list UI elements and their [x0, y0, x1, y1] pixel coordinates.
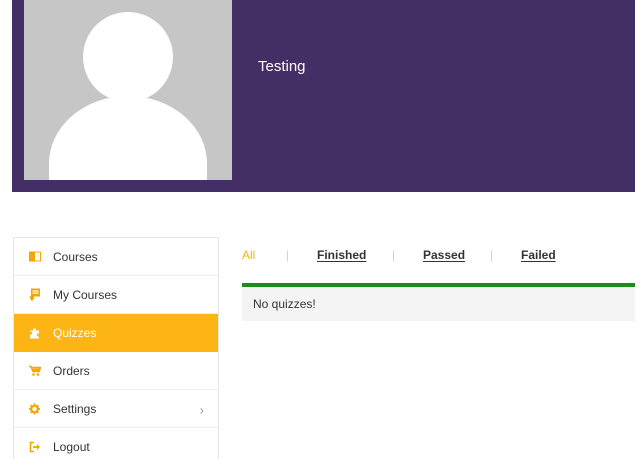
quiz-filter-tabs: All | Finished | Passed | Failed — [242, 246, 635, 266]
sidebar-item-my-courses[interactable]: My Courses — [14, 276, 218, 314]
tab-all[interactable]: All — [242, 248, 255, 262]
tab-divider: | — [490, 248, 494, 262]
sidebar-item-logout[interactable]: Logout — [14, 428, 218, 459]
certificate-icon — [28, 288, 41, 301]
avatar-head-shape — [83, 12, 173, 102]
avatar — [24, 0, 232, 180]
profile-header: Testing — [12, 0, 635, 192]
puzzle-piece-icon — [28, 326, 41, 339]
book-open-icon — [28, 250, 41, 263]
gear-icon — [28, 402, 41, 415]
sidebar-item-label: Logout — [53, 439, 90, 454]
chevron-right-icon: › — [199, 401, 204, 417]
sign-out-icon — [28, 440, 41, 453]
tab-divider: | — [392, 248, 396, 262]
sidebar-item-label: My Courses — [53, 287, 118, 302]
shopping-cart-icon — [28, 364, 41, 377]
sidebar-item-orders[interactable]: Orders — [14, 352, 218, 390]
tab-divider: | — [286, 248, 290, 262]
sidebar-item-label: Quizzes — [53, 325, 97, 340]
sidebar-item-courses[interactable]: Courses — [14, 238, 218, 276]
sidebar-item-quizzes[interactable]: Quizzes — [14, 314, 218, 352]
sidebar-item-label: Courses — [53, 249, 98, 264]
avatar-body-shape — [49, 96, 207, 180]
profile-sidebar: Courses My Courses Quizzes Orders Settin… — [13, 237, 219, 459]
tab-passed[interactable]: Passed — [423, 248, 465, 262]
profile-name: Testing — [258, 58, 306, 75]
sidebar-item-label: Settings — [53, 401, 97, 416]
sidebar-item-settings[interactable]: Settings › — [14, 390, 218, 428]
tab-failed[interactable]: Failed — [521, 248, 556, 262]
empty-state-message: No quizzes! — [253, 297, 316, 311]
tab-finished[interactable]: Finished — [317, 248, 366, 262]
sidebar-item-label: Orders — [53, 363, 90, 378]
quiz-list-panel: No quizzes! — [242, 283, 635, 321]
